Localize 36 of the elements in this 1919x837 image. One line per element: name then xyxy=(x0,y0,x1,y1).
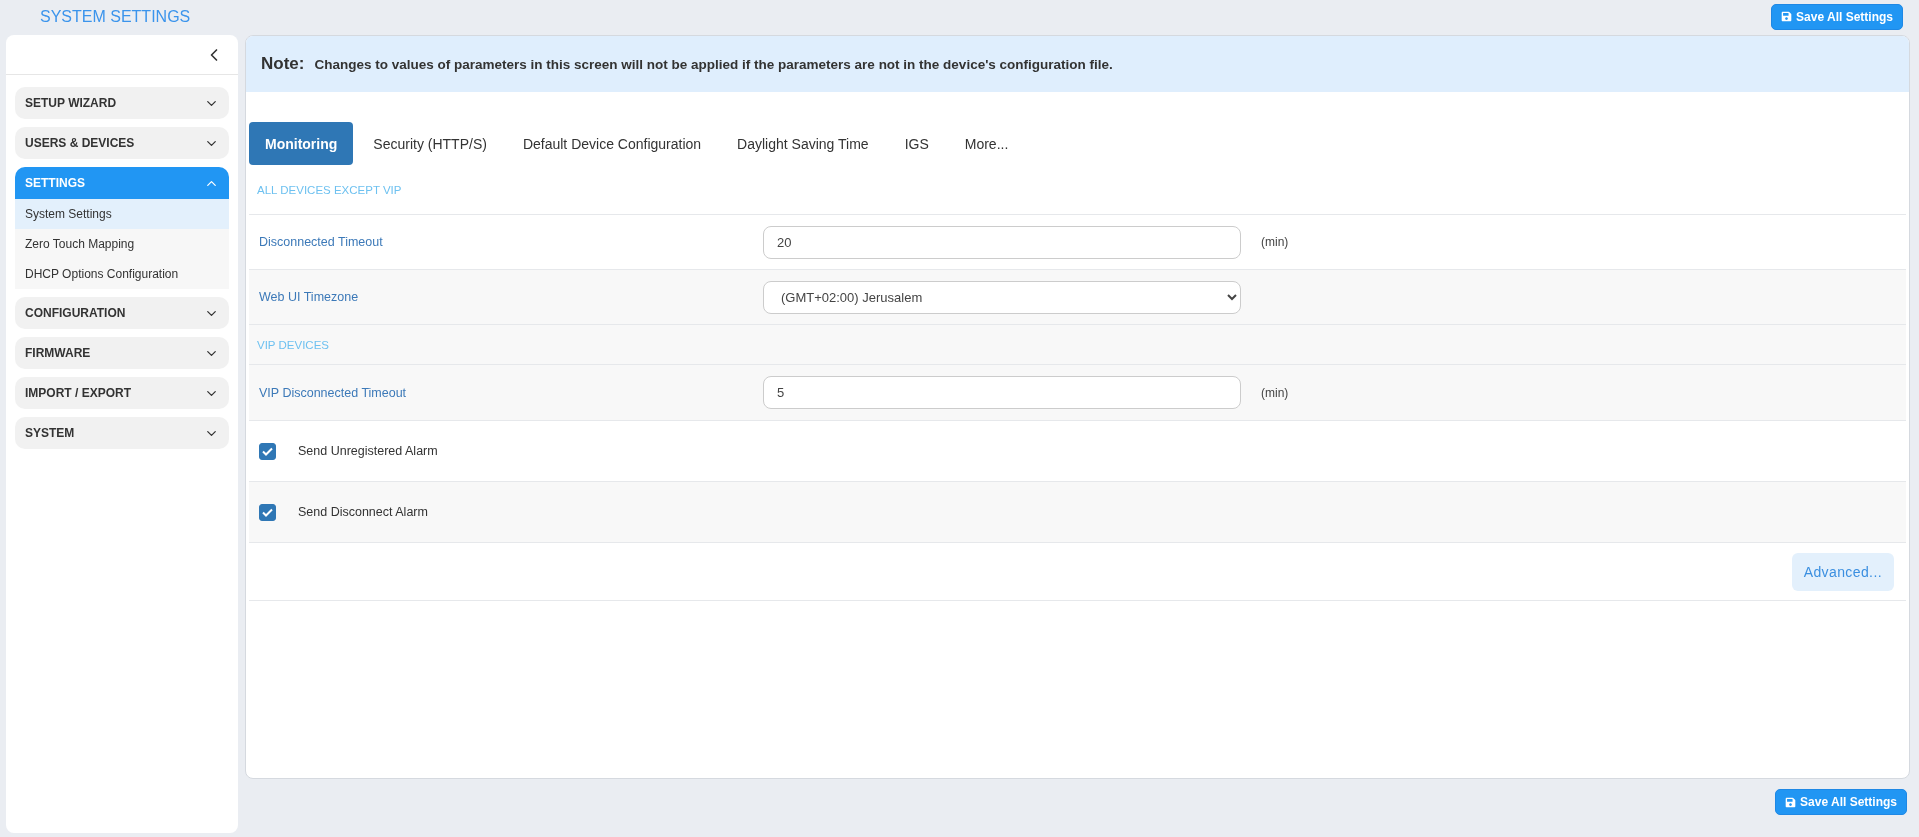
tab[interactable]: Monitoring xyxy=(249,122,354,165)
sidebar-group[interactable]: USERS & DEVICES xyxy=(15,127,229,159)
field-label: Disconnected Timeout xyxy=(259,235,384,249)
save-icon xyxy=(1785,796,1797,808)
input-field[interactable]: 20 xyxy=(763,225,1241,259)
sidebar-group[interactable]: FIRMWARE xyxy=(15,337,229,369)
section-title: VIP DEVICES xyxy=(257,338,329,351)
sidebar-group[interactable]: SETUP WIZARD xyxy=(15,87,229,119)
check-icon xyxy=(262,446,273,456)
sidebar-item[interactable]: System Settings xyxy=(15,199,229,229)
checkbox-label: Send Disconnect Alarm xyxy=(298,505,428,519)
checkbox[interactable] xyxy=(259,442,276,460)
tab[interactable]: More... xyxy=(948,122,1025,165)
checkbox[interactable] xyxy=(259,503,276,521)
sidebar-item[interactable]: Zero Touch Mapping xyxy=(15,229,229,259)
checkbox-label: Send Unregistered Alarm xyxy=(298,444,438,458)
page-title: SYSTEM SETTINGS xyxy=(40,7,191,26)
field-label: VIP Disconnected Timeout xyxy=(259,385,408,400)
sidebar-group[interactable]: CONFIGURATION xyxy=(15,297,229,329)
timezone-dropdown[interactable]: (GMT+02:00) Jerusalem xyxy=(763,280,1241,314)
note-label: Note: xyxy=(261,54,305,74)
field-label: Web UI Timezone xyxy=(259,290,360,304)
input-field[interactable]: 5 xyxy=(763,376,1241,409)
tab[interactable]: Daylight Saving Time xyxy=(721,122,885,165)
sidebar-item[interactable]: DHCP Options Configuration xyxy=(15,259,229,289)
note-text: Changes to values of parameters in this screen will not be applied if the parameters are not in the device's configuration file. xyxy=(314,56,1113,72)
sidebar-group[interactable]: IMPORT / EXPORT xyxy=(15,377,229,409)
sidebar-group[interactable]: SYSTEM xyxy=(15,417,229,449)
tab[interactable]: IGS xyxy=(888,122,945,165)
tab[interactable]: Default Device Configuration xyxy=(506,122,718,165)
unit-label: (min) xyxy=(1261,235,1289,249)
check-icon xyxy=(262,507,273,517)
tab[interactable]: Security (HTTP/S) xyxy=(357,122,503,165)
section-title: ALL DEVICES EXCEPT VIP xyxy=(257,183,402,196)
save-icon xyxy=(1781,11,1793,22)
unit-label: (min) xyxy=(1261,385,1289,400)
